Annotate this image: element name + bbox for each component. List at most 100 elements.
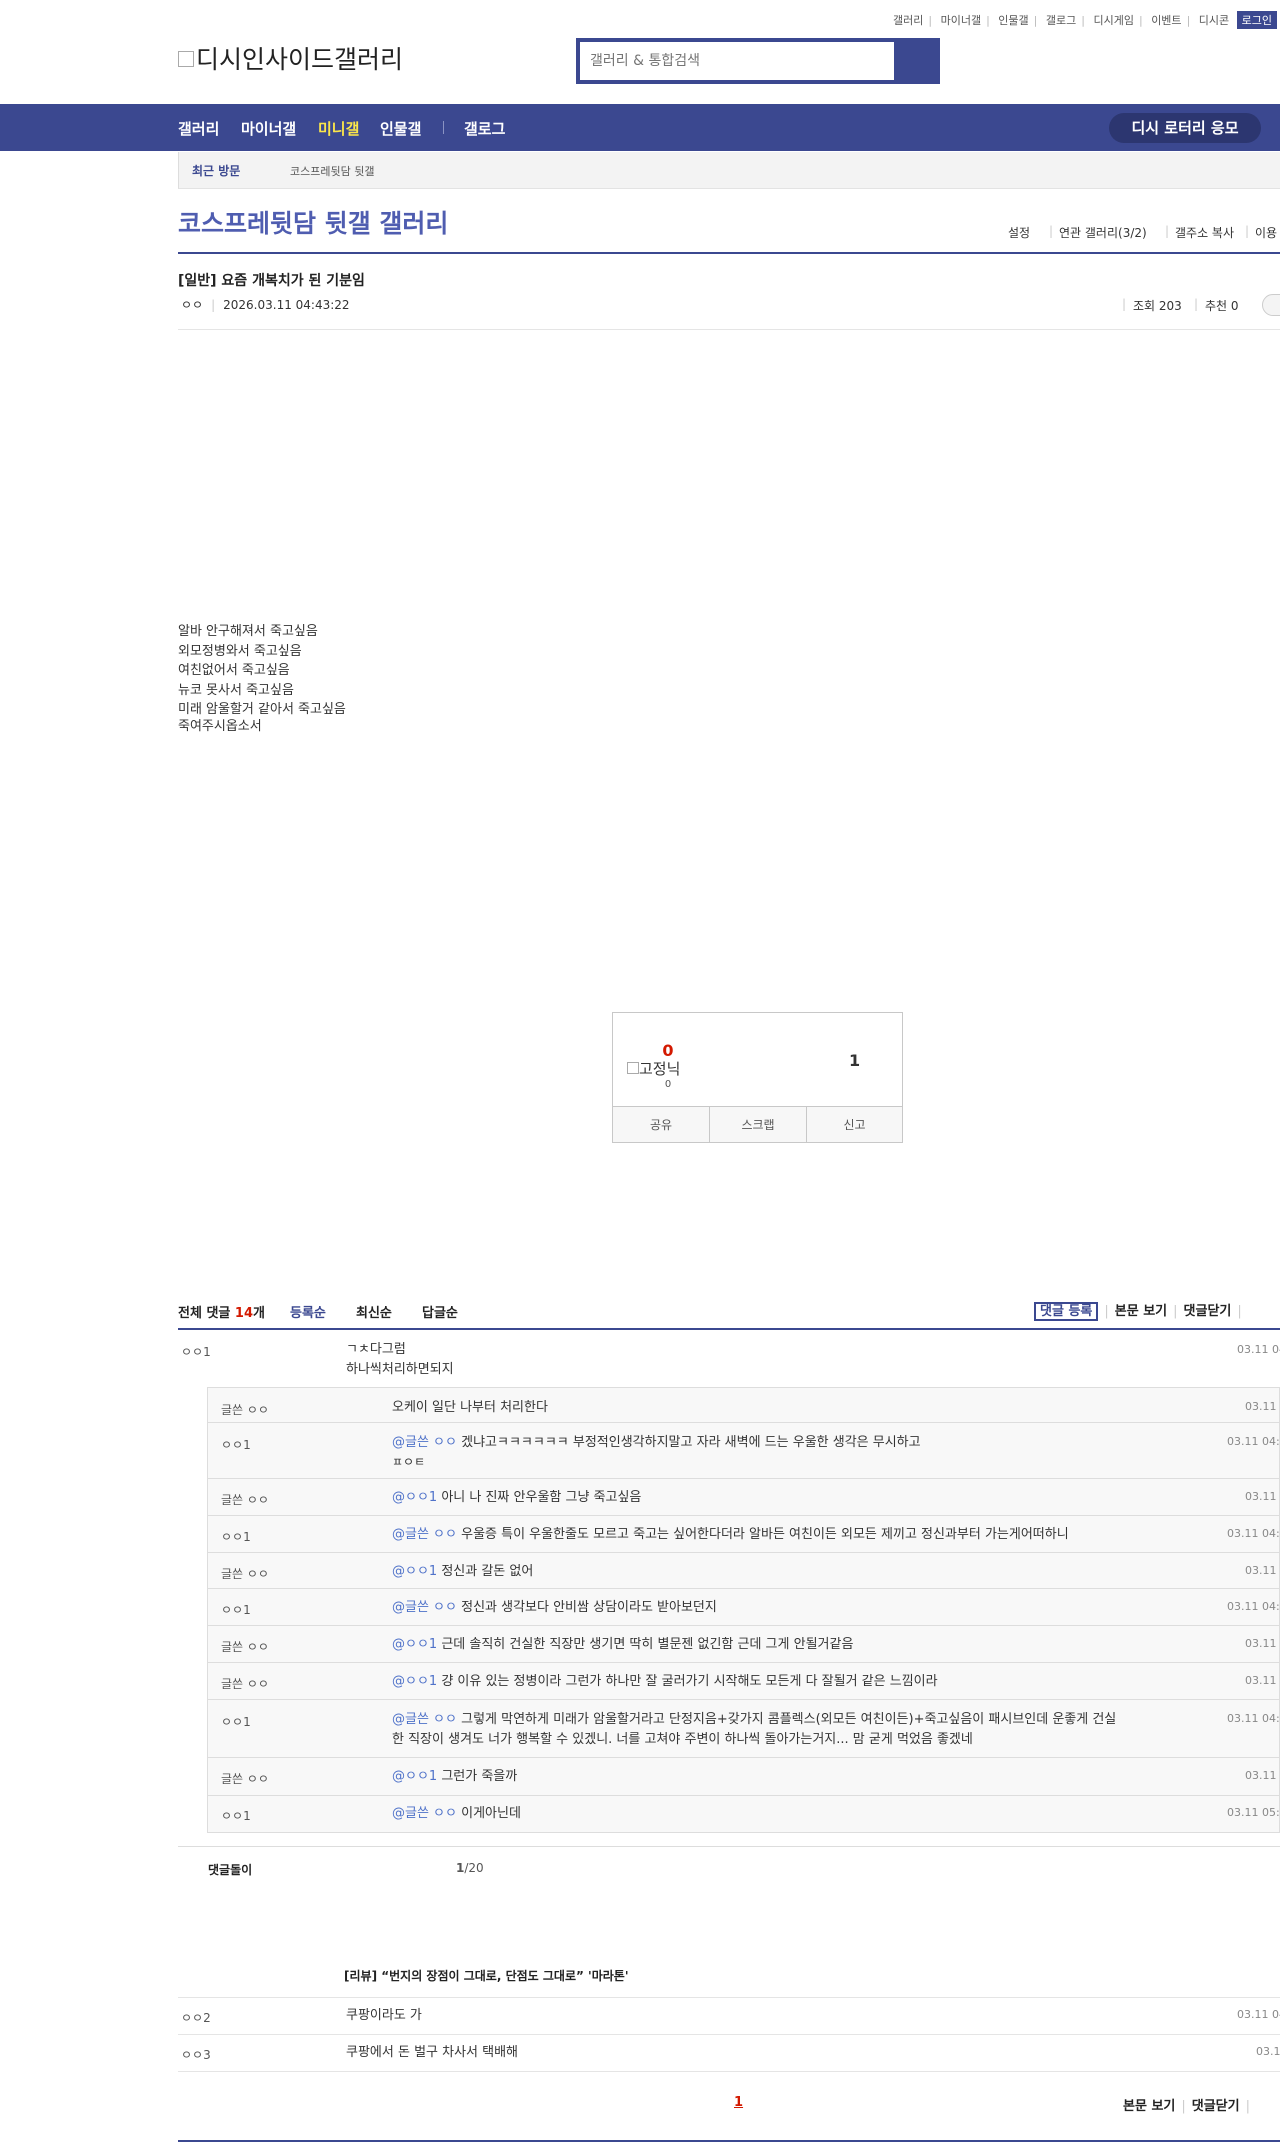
top-link-dccon[interactable]: 디시콘 [1199, 12, 1229, 28]
vote-actions: 공유 스크랩 신고 [613, 1106, 902, 1143]
reply-nick[interactable]: 글쓴 ㅇㅇ [221, 1638, 269, 1655]
reply-nick[interactable]: ㅇㅇ1 [221, 1601, 251, 1618]
divider [178, 2140, 1280, 2142]
nav-minor[interactable]: 마이너갤 [241, 118, 296, 139]
divider [178, 329, 1280, 330]
usage-link[interactable]: 이용 [1255, 224, 1277, 241]
reply-text: 겠냐고ㅋㅋㅋㅋㅋㅋ 부정적인생각하지말고 자라 새벽에 드는 우울한 생각은 무… [461, 1435, 921, 1450]
reply-text: 아니 나 진짜 안우울함 그냥 죽고싶음 [441, 1490, 642, 1505]
post-body-line: 알바 안구해져서 죽고싶음 [178, 624, 318, 639]
top-link-game[interactable]: 디시게임 [1093, 12, 1133, 28]
site-logo[interactable]: 디시인사이드갤러리 [178, 40, 403, 76]
view-body-button[interactable]: 본문 보기 [1123, 2099, 1175, 2114]
comment-count-label: 전체 댓글 [178, 1306, 235, 1321]
reply-date: 03.11 05:0 [1227, 1806, 1280, 1819]
reply-date: 03.11 04:4 [1227, 1527, 1280, 1540]
post-title: [일반] 요즘 개복치가 된 기분임 [178, 273, 365, 289]
comment-nick[interactable]: ㅇㅇ3 [181, 2046, 211, 2063]
divider [178, 1328, 1280, 1330]
fixed-nick-count: 0 [664, 1079, 672, 1090]
divider: | [1245, 224, 1250, 238]
post-body-line: 미래 암울할거 같아서 죽고싶음 [178, 702, 346, 717]
reply-nick[interactable]: ㅇㅇ1 [221, 1807, 251, 1824]
divider: | [211, 298, 216, 312]
nav-gallery[interactable]: 갤러리 [178, 118, 219, 139]
divider: | [1122, 297, 1127, 311]
ad-link[interactable]: [리뷰] “번지의 장점이 그대로, 단점도 그대로” '마라톤' [344, 1967, 629, 1984]
close-comments-button[interactable]: 댓글닫기 [1184, 1304, 1232, 1319]
comment-bot-row: 댓글돌이 1/20 [178, 1846, 1280, 1888]
report-button[interactable]: 신고 [807, 1107, 902, 1143]
nav-mini[interactable]: 미니갤 [318, 118, 359, 139]
write-comment-button[interactable]: 댓글 등록 [1034, 1302, 1099, 1321]
comment-actions: 댓글 등록 | 본문 보기 | 댓글닫기 | [1034, 1300, 1248, 1321]
login-button[interactable]: 로그인 [1236, 11, 1278, 29]
reply-mention[interactable]: @ㅇㅇ1 [392, 1564, 441, 1579]
search-input[interactable] [580, 42, 896, 80]
sort-replies[interactable]: 답글순 [422, 1302, 458, 1321]
lottery-button[interactable]: 디시 로터리 응모 [1109, 113, 1261, 143]
reply-nick[interactable]: ㅇㅇ1 [221, 1528, 251, 1545]
comment-date: 03.11 04 [1237, 2008, 1280, 2021]
sort-registered[interactable]: 등록순 [290, 1302, 326, 1321]
divider: | [1237, 1304, 1242, 1319]
comment-bot-label[interactable]: 댓글돌이 [208, 1861, 252, 1878]
comment-nick[interactable]: ㅇㅇ1 [181, 1343, 211, 1360]
reply-nick[interactable]: ㅇㅇ1 [221, 1436, 251, 1453]
comment-count: 전체 댓글 14개 [178, 1302, 265, 1321]
comment-date: 03.11 [1256, 2045, 1280, 2058]
reply-mention[interactable]: @ㅇㅇ1 [392, 1674, 441, 1689]
top-link-event[interactable]: 이벤트 [1151, 12, 1181, 28]
reply-mention[interactable]: @글쓴 ㅇㅇ [392, 1527, 461, 1542]
reply-mention[interactable]: @글쓴 ㅇㅇ [392, 1600, 461, 1615]
copy-address-link[interactable]: 갤주소 복사 [1175, 224, 1234, 241]
top-link-gallery[interactable]: 갤러리 [893, 12, 923, 28]
post-author[interactable]: ㅇㅇ [181, 298, 203, 312]
reply-list [207, 1387, 1280, 1833]
recent-item[interactable]: 코스프레뒷담 뒷갤 [290, 163, 374, 179]
comment-count-number: 14 [234, 1306, 253, 1321]
view-count: 조회 203 [1133, 299, 1182, 313]
top-link-person[interactable]: 인물갤 [998, 12, 1028, 28]
reply-nick[interactable]: 글쓴 ㅇㅇ [221, 1565, 269, 1582]
top-link-gallog[interactable]: 갤로그 [1046, 12, 1076, 28]
reply-mention[interactable]: @ㅇㅇ1 [392, 1769, 441, 1784]
nav-person[interactable]: 인물갤 [380, 118, 421, 139]
reply-text: 우울증 특이 우울한줄도 모르고 죽고는 싶어한다더라 알바든 여친이든 외모든… [461, 1527, 1069, 1542]
reply-nick[interactable]: 글쓴 ㅇㅇ [221, 1401, 269, 1418]
top-link-minor[interactable]: 마이너갤 [941, 12, 981, 28]
fixed-nick-label: 고정닉 [639, 1060, 681, 1078]
post-body: 알바 안구해져서 죽고싶음 외모정병와서 죽고싶음 여친없어서 죽고싶음 뉴코 … [178, 622, 346, 733]
post-body-line: 여친없어서 죽고싶음 [178, 663, 290, 678]
nav-gallog[interactable]: 갤로그 [464, 118, 505, 139]
view-body-button[interactable]: 본문 보기 [1115, 1304, 1167, 1319]
reply-text: ㅍㅇㅌ [392, 1455, 426, 1469]
close-comments-button[interactable]: 댓글닫기 [1192, 2099, 1240, 2114]
share-button[interactable]: 공유 [613, 1107, 710, 1143]
divider [208, 1625, 1280, 1626]
reply-nick[interactable]: 글쓴 ㅇㅇ [221, 1491, 269, 1508]
reply-date: 03.11 0 [1245, 1400, 1280, 1413]
fixed-nick-vote[interactable]: 고정닉 [627, 1058, 680, 1079]
reply-mention[interactable]: @글쓴 ㅇㅇ [392, 1712, 461, 1727]
page-total: /20 [464, 1861, 484, 1875]
sort-latest[interactable]: 최신순 [356, 1302, 392, 1321]
reply-mention[interactable]: @ㅇㅇ1 [392, 1490, 441, 1505]
reply-nick[interactable]: ㅇㅇ1 [221, 1713, 251, 1730]
search-button[interactable] [894, 42, 936, 80]
reply-nick[interactable]: 글쓴 ㅇㅇ [221, 1675, 269, 1692]
page-link-1[interactable]: 1 [734, 2095, 743, 2110]
reply-date: 03.11 0 [1245, 1564, 1280, 1577]
settings-link[interactable]: 설정 [1008, 224, 1030, 241]
scrap-button[interactable]: 스크랩 [710, 1107, 807, 1143]
divider [208, 1588, 1280, 1589]
comment-jump-button[interactable] [1262, 294, 1280, 316]
reply-nick[interactable]: 글쓴 ㅇㅇ [221, 1770, 269, 1787]
related-gallery-link[interactable]: 연관 갤러리(3/2) [1059, 224, 1147, 241]
comment-nick[interactable]: ㅇㅇ2 [181, 2009, 211, 2026]
gallery-title[interactable]: 코스프레뒷담 뒷갤 갤러리 [178, 204, 448, 240]
reply-mention[interactable]: @글쓴 ㅇㅇ [392, 1435, 461, 1450]
reply-mention[interactable]: @글쓴 ㅇㅇ [392, 1806, 461, 1821]
reply-mention[interactable]: @ㅇㅇ1 [392, 1637, 441, 1652]
post-body-line: 죽여주시옵소서 [178, 718, 262, 734]
